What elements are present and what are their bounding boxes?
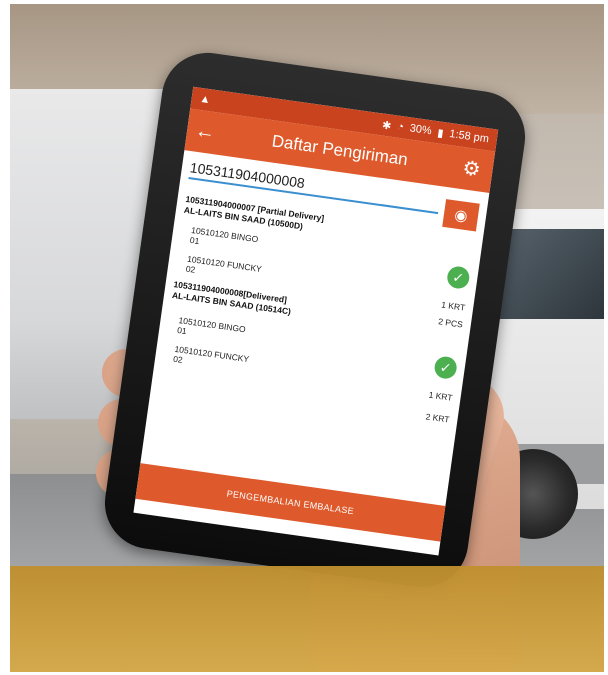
item-qty: 2 KRT xyxy=(425,411,451,425)
smartphone: ▲ ✱ ◔ 30% ▮ 1:58 pm ← Daftar Pengiriman … xyxy=(98,46,532,594)
camera-icon: ◉ xyxy=(453,206,469,226)
wifi-icon: ◔ xyxy=(396,120,405,134)
item-line: 01 xyxy=(176,324,188,337)
gold-overlay-band xyxy=(10,566,604,672)
clock: 1:58 pm xyxy=(448,127,490,146)
warning-icon: ▲ xyxy=(198,92,212,107)
item-name: FUNCKY xyxy=(226,259,263,275)
item-name: BINGO xyxy=(230,230,259,245)
item-name: BINGO xyxy=(217,320,247,335)
camera-button[interactable]: ◉ xyxy=(442,199,480,232)
item-qty: 1 KRT xyxy=(428,389,454,403)
item-qty: 1 KRT xyxy=(440,299,466,313)
photo-scene: ▲ ✱ ◔ 30% ▮ 1:58 pm ← Daftar Pengiriman … xyxy=(10,4,604,672)
item-line: 02 xyxy=(185,263,196,275)
item-qty: 2 PCS xyxy=(437,316,464,330)
item-name: FUNCKY xyxy=(213,349,250,365)
arrow-left-icon[interactable]: ← xyxy=(194,119,227,146)
phone-screen: ▲ ✱ ◔ 30% ▮ 1:58 pm ← Daftar Pengiriman … xyxy=(133,86,499,556)
bluetooth-icon: ✱ xyxy=(381,118,393,133)
battery-icon: ▮ xyxy=(436,126,445,140)
gear-icon[interactable]: ⚙ xyxy=(461,155,482,182)
battery-level: 30% xyxy=(408,122,433,138)
item-line: 01 xyxy=(189,234,201,247)
item-line: 02 xyxy=(172,353,184,365)
